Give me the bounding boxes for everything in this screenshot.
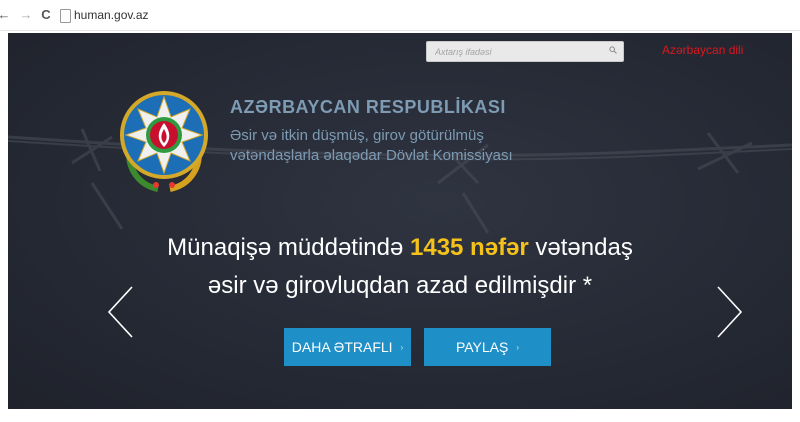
subtitle-line-2: vətəndaşlarla əlaqədar Dövlət Komissiyas… xyxy=(230,147,513,164)
address-bar[interactable]: human.gov.az xyxy=(74,8,149,22)
state-emblem-icon xyxy=(120,91,208,192)
back-icon[interactable]: ← xyxy=(0,7,12,23)
search-input[interactable] xyxy=(427,42,605,61)
share-button[interactable]: PAYLAŞ › xyxy=(424,328,551,366)
search-box[interactable] xyxy=(426,41,624,62)
headline-line-2: əsir və girovluqdan azad edilmişdir * xyxy=(207,272,593,299)
headline-text: Münaqişə müddətində xyxy=(167,234,410,261)
search-icon[interactable] xyxy=(609,46,617,54)
organization-subtitle: Əsir və itkin düşmüş, girov götürülmüş v… xyxy=(230,126,590,166)
arrow-right-icon: › xyxy=(400,342,404,352)
headline-count: 1435 nəfər xyxy=(410,234,529,261)
arrow-right-icon: › xyxy=(516,342,520,352)
hero-banner: Azərbaycan dili AZƏRBAYCAN RESPUBLİKASI … xyxy=(8,33,792,409)
slider-next-icon[interactable] xyxy=(714,285,744,339)
headline-text-end: vətəndaş xyxy=(528,234,633,261)
share-label: PAYLAŞ xyxy=(455,339,509,355)
browser-toolbar: ← → C human.gov.az xyxy=(0,0,800,31)
forward-icon[interactable]: → xyxy=(18,7,34,23)
language-link[interactable]: Azərbaycan dili xyxy=(662,43,743,57)
page-icon xyxy=(60,9,71,23)
more-info-label: DAHA ƏTRAFLI xyxy=(291,339,393,355)
headline-line-1: Münaqişə müddətində 1435 nəfər vətəndaş xyxy=(108,229,692,267)
subtitle-line-1: Əsir və itkin düşmüş, girov götürülmüş xyxy=(230,127,484,144)
slider-prev-icon[interactable] xyxy=(106,285,136,339)
slide-headline: Münaqişə müddətində 1435 nəfər vətəndaş … xyxy=(108,229,692,305)
reload-icon[interactable]: C xyxy=(38,7,54,23)
organization-title: AZƏRBAYCAN RESPUBLİKASI xyxy=(230,97,506,117)
more-info-button[interactable]: DAHA ƏTRAFLI › xyxy=(284,328,411,366)
